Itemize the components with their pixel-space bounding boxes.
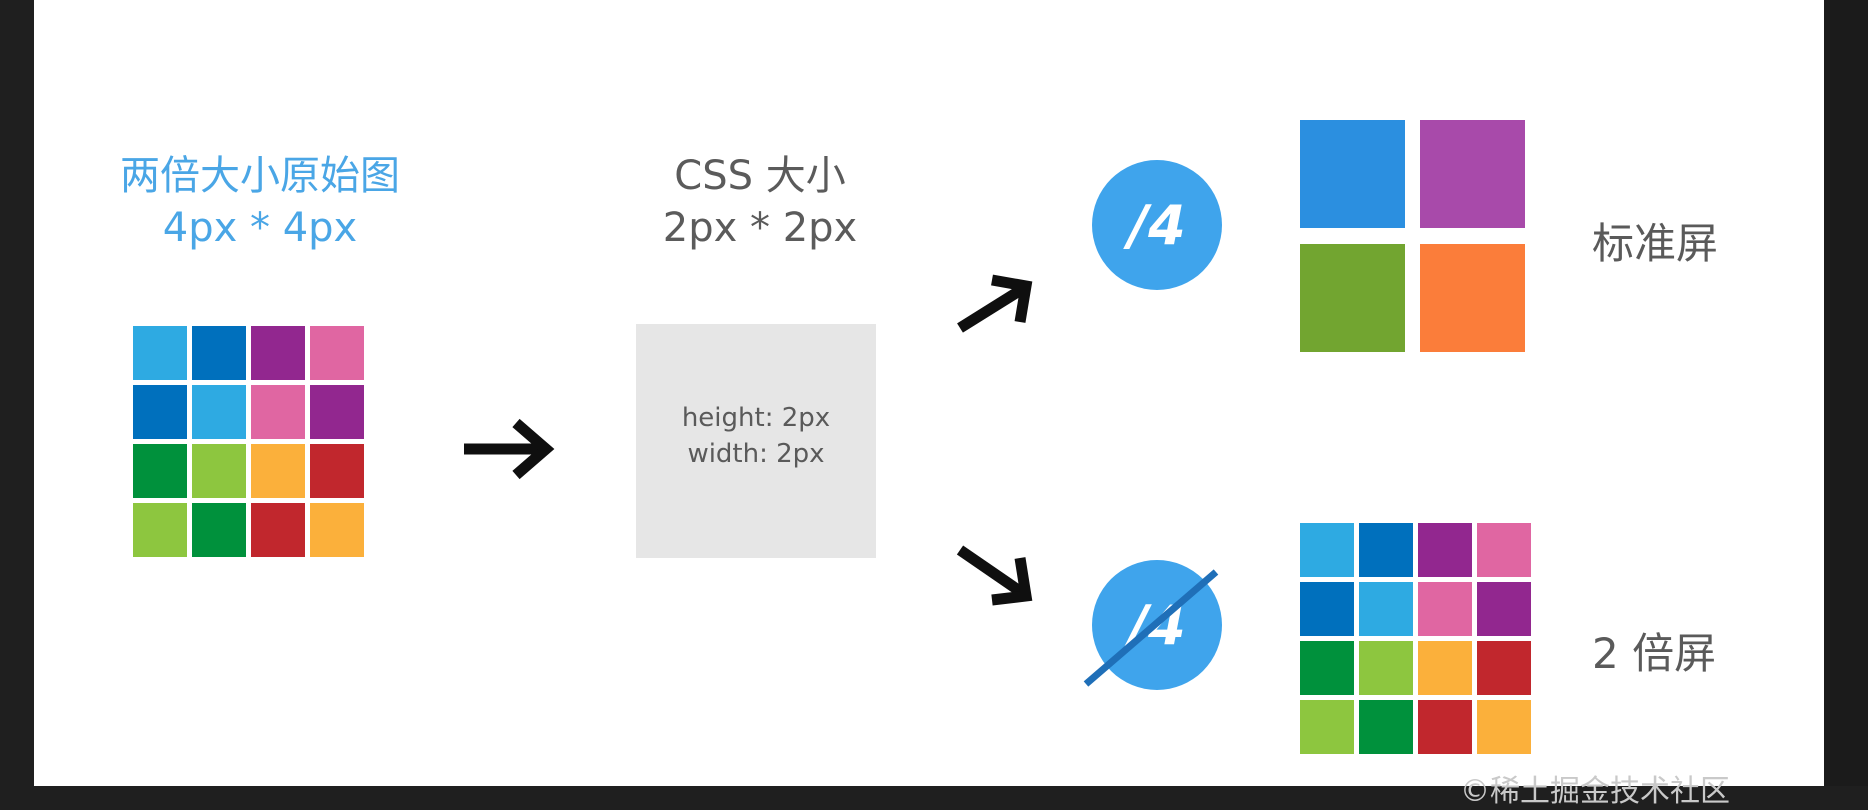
grid-cell (133, 385, 187, 439)
grid-cell (1300, 700, 1354, 754)
grid-cell (310, 444, 364, 498)
grid-cell (1477, 641, 1531, 695)
strike-line-icon (1083, 569, 1219, 687)
grid-cell (1420, 120, 1525, 228)
css-title: CSS 大小 (674, 153, 846, 199)
original-image-label: 两倍大小原始图 4px * 4px (60, 150, 460, 254)
grid-cell (251, 326, 305, 380)
grid-cell (1420, 244, 1525, 352)
grid-cell (1477, 700, 1531, 754)
grid-cell (192, 326, 246, 380)
grid-cell (1359, 700, 1413, 754)
down-right-arrow-icon (956, 545, 1033, 606)
grid-cell (1418, 582, 1472, 636)
grid-cell (1477, 523, 1531, 577)
right-arrow-icon (464, 418, 555, 480)
original-pixel-grid (133, 326, 364, 557)
watermark: ©稀土掘金技术社区 (1460, 774, 1730, 809)
grid-cell (251, 444, 305, 498)
css-width-text: width: 2px (687, 439, 825, 469)
grid-cell (1300, 523, 1354, 577)
css-height-text: height: 2px (681, 403, 831, 433)
grid-cell (1359, 523, 1413, 577)
grid-cell (1359, 641, 1413, 695)
grid-cell (1300, 120, 1405, 228)
standard-screen-label: 标准屏 (1592, 219, 1719, 268)
badge-text: /4 (1128, 193, 1186, 257)
grid-cell (310, 326, 364, 380)
original-size: 4px * 4px (162, 205, 358, 251)
grid-cell (1300, 582, 1354, 636)
css-size: 2px * 2px (662, 205, 858, 251)
css-size-label: CSS 大小 2px * 2px (590, 150, 930, 254)
grid-cell (251, 385, 305, 439)
grid-cell (192, 444, 246, 498)
grid-cell (133, 503, 187, 557)
grid-cell (1300, 244, 1405, 352)
original-title: 两倍大小原始图 (120, 153, 400, 199)
grid-cell (1418, 641, 1472, 695)
grid-cell (133, 444, 187, 498)
grid-cell (1300, 641, 1354, 695)
grid-cell (192, 385, 246, 439)
retina-screen-grid (1300, 523, 1531, 754)
grid-cell (1418, 700, 1472, 754)
retina-screen-label: 2 倍屏 (1592, 629, 1717, 678)
grid-cell (1477, 582, 1531, 636)
grid-cell (133, 326, 187, 380)
grid-cell (1359, 582, 1413, 636)
divide-by-four-badge: /4 (1092, 160, 1222, 290)
standard-screen-grid (1300, 120, 1525, 352)
grid-cell (310, 503, 364, 557)
background-strip (1824, 0, 1868, 786)
grid-cell (310, 385, 364, 439)
css-box-text: height: 2px width: 2px (636, 400, 876, 472)
grid-cell (192, 503, 246, 557)
grid-cell (251, 503, 305, 557)
grid-cell (1418, 523, 1472, 577)
up-right-arrow-icon (957, 274, 1033, 333)
